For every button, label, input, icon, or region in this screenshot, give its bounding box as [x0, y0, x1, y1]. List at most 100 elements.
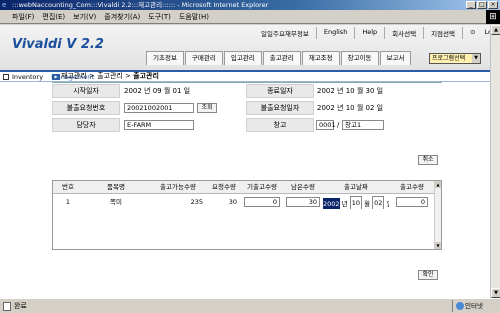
square-icon — [3, 74, 9, 80]
tab-purchase[interactable]: 구매관리 — [184, 51, 223, 65]
app-logo: Vivaldi V 2.2 — [12, 37, 104, 52]
date-month-input[interactable]: 10 — [349, 196, 362, 209]
scroll-up-icon[interactable]: ▲ — [491, 25, 500, 35]
warehouse-label: 창고 — [246, 118, 314, 132]
date-cell: 2002 년 10 월 02 일 — [323, 196, 389, 209]
form-row: 담당자 E-FARM 창고 0001 / 창고1 — [52, 118, 442, 134]
status-bar: 완료 인터넷 — [0, 298, 500, 313]
tab-transfer[interactable]: 창고이동 — [340, 51, 379, 65]
program-select-value: 프로그램선택 — [432, 55, 466, 62]
lookup-button[interactable]: 조회 — [197, 103, 217, 113]
menu-favorites[interactable]: 즐겨찾기(A) — [104, 12, 140, 22]
link-help[interactable]: Help — [354, 27, 384, 39]
minimize-button[interactable]: _ — [466, 1, 476, 9]
program-select[interactable]: 프로그램선택 ▼ — [429, 53, 481, 64]
form-row: 시작일자 2002 년 09 월 01 일 종료일자 2002 년 10 월 3… — [52, 84, 442, 100]
date-day-input[interactable]: 02 — [372, 196, 385, 209]
end-date-field[interactable]: 2002 년 10 월 30 일 — [317, 86, 383, 97]
request-no-label: 불출요청번호 — [52, 101, 120, 115]
end-date-label: 종료일자 — [246, 84, 314, 98]
menu-edit[interactable]: 편집(E) — [42, 12, 65, 22]
col-requested: 요청수량 — [212, 183, 236, 191]
confirm-button[interactable]: 확인 — [418, 270, 438, 280]
warehouse-code-input[interactable]: 0001 — [316, 120, 336, 130]
page-scrollbar[interactable]: ▲ ▼ — [490, 25, 500, 298]
shipped-cell: 0 — [241, 196, 283, 209]
grid-scrollbar[interactable]: ▲ ▼ — [434, 181, 441, 249]
cell-item: 쪽미 — [110, 198, 122, 206]
remaining-cell: 30 — [283, 196, 323, 209]
app-header: Vivaldi V 2.2 일일주요재무정보 English Help 회사선택… — [0, 25, 490, 70]
link-daily-finance[interactable]: 일일주요재무정보 — [254, 27, 316, 39]
col-item: 품목명 — [107, 183, 125, 191]
date-year-input[interactable]: 2002 — [323, 198, 340, 209]
breadcrumb-icon: ▶ — [52, 74, 60, 80]
form-row: 불출요청번호 20021002001 조회 불출요청일자 2002 년 10 월… — [52, 101, 442, 117]
col-available: 출고가능수량 — [160, 183, 196, 191]
start-date-label: 시작일자 — [52, 84, 120, 98]
link-logout[interactable]: ⊙ Logout — [462, 27, 490, 39]
qty-cell: 0 — [389, 196, 435, 209]
warehouse-separator: / — [337, 121, 340, 129]
scroll-down-icon[interactable]: ▼ — [491, 288, 500, 298]
breadcrumb-path: 재고관리 > 출고관리 > — [61, 72, 134, 80]
close-button[interactable]: × — [488, 1, 498, 9]
date-month-unit: 월 — [364, 200, 371, 208]
col-qty: 출고수량 — [400, 183, 424, 191]
qty-input[interactable]: 0 — [396, 197, 428, 207]
tab-adjustment[interactable]: 재고조정 — [301, 51, 340, 65]
breadcrumb-current: 출고관리 — [133, 72, 159, 80]
link-company-select[interactable]: 회사선택 — [384, 27, 423, 39]
maximize-button[interactable]: □ — [477, 1, 487, 9]
subnav-inventory[interactable]: Inventory — [12, 73, 43, 81]
menu-file[interactable]: 파일(F) — [12, 12, 34, 22]
tab-reports[interactable]: 보고서 — [379, 51, 412, 65]
scroll-down-icon[interactable]: ▼ — [435, 242, 441, 249]
grid-header: 번호 품목명 출고가능수량 요청수량 기출고수량 남은수량 출고날짜 출고수량 — [53, 181, 435, 194]
remaining-input[interactable]: 30 — [286, 197, 320, 207]
globe-icon — [456, 302, 464, 310]
scroll-up-icon[interactable]: ▲ — [435, 181, 441, 188]
page-icon — [3, 302, 11, 311]
menu-view[interactable]: 보기(V) — [73, 12, 96, 22]
start-date-field[interactable]: 2002 년 09 월 01 일 — [124, 86, 190, 97]
menu-help[interactable]: 도움말(H) — [179, 12, 209, 22]
cell-no: 1 — [65, 198, 71, 206]
breadcrumb: ▶ 재고관리 > 출고관리 > 출고관리 — [52, 71, 159, 81]
search-form: 시작일자 2002 년 09 월 01 일 종료일자 2002 년 10 월 3… — [52, 82, 442, 165]
manager-label: 담당자 — [52, 118, 120, 132]
cell-available: 235 — [190, 198, 203, 206]
chevron-down-icon[interactable]: ▼ — [472, 54, 480, 63]
cancel-button[interactable]: 취소 — [418, 155, 438, 165]
tab-receiving[interactable]: 입고관리 — [223, 51, 262, 65]
col-shipped: 기출고수량 — [247, 183, 277, 191]
menubar: 파일(F) 편집(E) 보기(V) 즐겨찾기(A) 도구(T) 도움말(H) ⊞ — [0, 10, 500, 24]
windows-logo-icon: ⊞ — [486, 10, 500, 24]
tab-shipping[interactable]: 출고관리 — [262, 51, 301, 65]
security-zone: 인터넷 — [452, 300, 498, 312]
zone-label: 인터넷 — [465, 302, 483, 310]
link-branch-select[interactable]: 지점선택 — [423, 27, 462, 39]
request-no-input[interactable]: 20021002001 — [124, 103, 194, 113]
cell-requested: 30 — [228, 198, 237, 206]
window-title: :::webNaccounting_Com:::Vivaldi 2.2:::재고… — [12, 1, 269, 9]
request-date-label: 불출요청일자 — [246, 101, 314, 115]
link-english[interactable]: English — [315, 27, 354, 39]
menu-tools[interactable]: 도구(T) — [148, 12, 171, 22]
col-date: 출고날짜 — [344, 183, 368, 191]
window-titlebar: e :::webNaccounting_Com:::Vivaldi 2.2:::… — [0, 0, 500, 10]
logout-label: Logout — [484, 28, 490, 36]
top-links: 일일주요재무정보 English Help 회사선택 지점선택 ⊙ Logout — [254, 27, 490, 39]
warehouse-name-input[interactable]: 창고1 — [342, 120, 384, 130]
col-remaining: 남은수량 — [291, 183, 315, 191]
request-date-field[interactable]: 2002 년 10 월 02 일 — [317, 103, 383, 114]
table-row: 1 쪽미 235 30 0 30 2002 년 10 월 02 일 0 — [53, 196, 435, 209]
status-text: 완료 — [14, 302, 27, 310]
ie-icon: e — [2, 1, 7, 9]
main-tabs: 기초정보 구매관리 입고관리 출고관리 재고조정 창고이동 보고서 — [146, 51, 412, 65]
manager-input[interactable]: E-FARM — [124, 120, 194, 130]
tab-basic-info[interactable]: 기초정보 — [146, 51, 184, 65]
window-controls: _ □ × — [466, 1, 498, 9]
col-no: 번호 — [62, 183, 74, 191]
shipped-input[interactable]: 0 — [244, 197, 280, 207]
